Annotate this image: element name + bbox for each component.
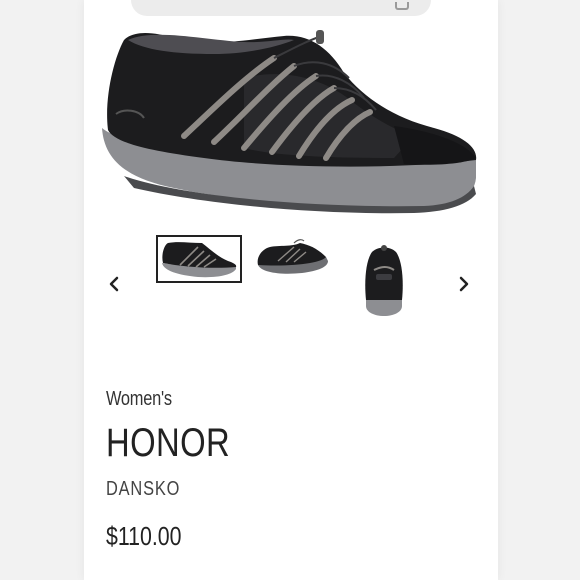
product-info: Women's HONOR DANSKO $110.00 (106, 388, 476, 552)
hero-product-image[interactable] (94, 18, 488, 224)
chevron-left-icon (109, 276, 119, 292)
product-category: Women's (106, 388, 172, 410)
thumbnail-side-view[interactable] (156, 235, 242, 283)
product-screen: Women's HONOR DANSKO $110.00 (84, 0, 498, 580)
cart-icon[interactable] (395, 2, 409, 10)
thumbnail-heel-view[interactable] (354, 240, 414, 320)
product-name: HONOR (106, 421, 231, 465)
product-price: $110.00 (106, 521, 182, 551)
thumbnail-angled-view[interactable] (252, 235, 332, 283)
search-bar[interactable] (131, 0, 431, 16)
product-brand[interactable]: DANSKO (106, 478, 409, 501)
thumbnail-strip (84, 232, 498, 322)
prev-image-button[interactable] (104, 272, 124, 296)
next-image-button[interactable] (454, 272, 474, 296)
chevron-right-icon (459, 276, 469, 292)
